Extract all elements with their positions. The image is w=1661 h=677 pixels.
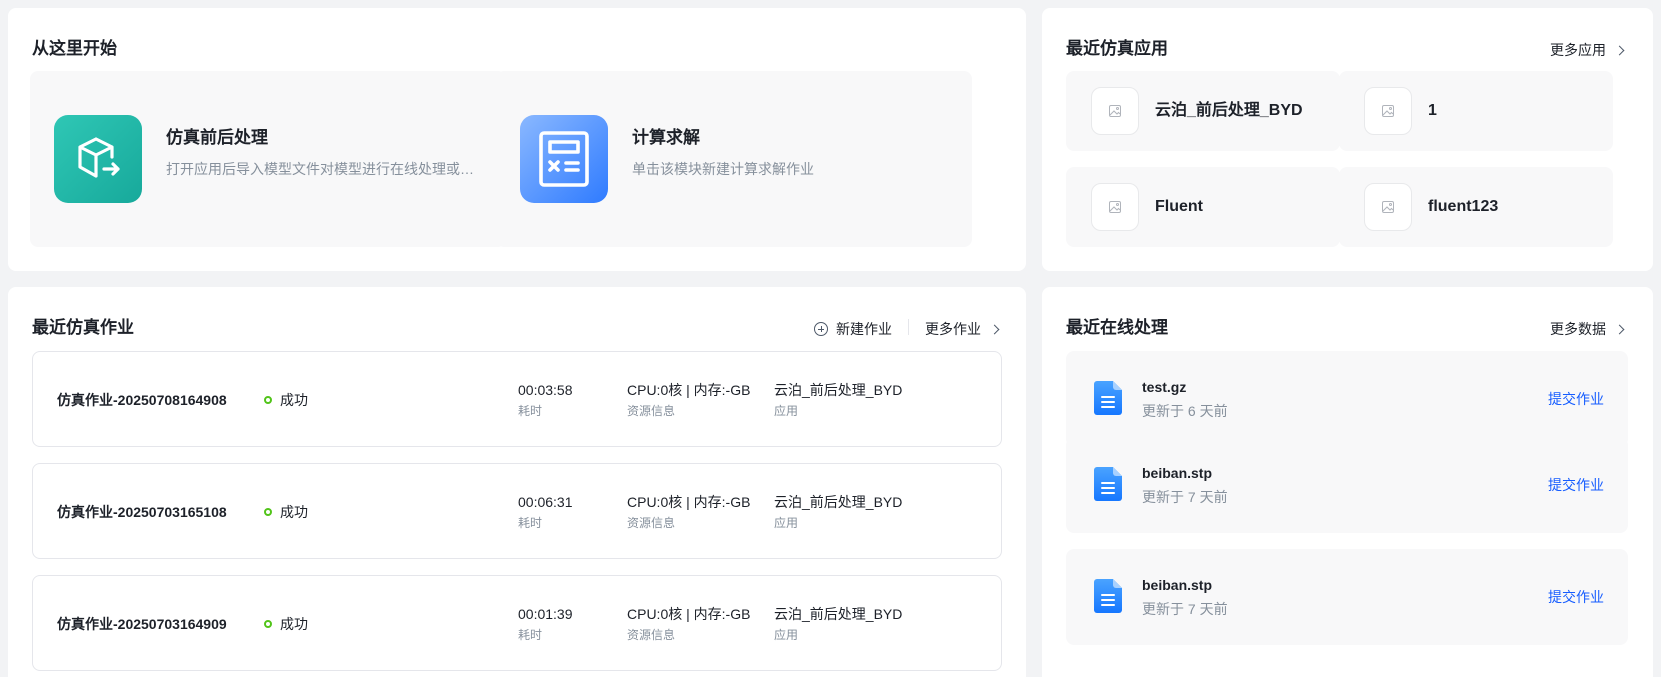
resource-cell: CPU:0核 | 内存:-GB 资源信息 — [627, 604, 750, 644]
duration-label: 耗时 — [518, 516, 543, 530]
app-value: 云泊_前后处理_BYD — [774, 382, 903, 398]
duration-cell: 00:06:31 耗时 — [518, 492, 573, 532]
app-label: 应用 — [774, 516, 799, 530]
file-name: beiban.stp — [1142, 465, 1213, 481]
recent-jobs-card: 最近仿真作业 新建作业 更多作业 仿真作业-20250708164908 成功 … — [8, 287, 1026, 677]
start-title: 从这里开始 — [32, 39, 117, 58]
tile-compute-solve[interactable]: 计算求解 单击该模块新建计算求解作业 — [496, 71, 972, 247]
file-updated: 更新于 7 天前 — [1142, 489, 1228, 505]
file-updated: 更新于 6 天前 — [1142, 403, 1228, 419]
status-badge: 成功 — [264, 502, 308, 522]
job-row[interactable]: 仿真作业-20250703164909 成功 00:01:39 耗时 CPU:0… — [32, 575, 1002, 671]
submit-job-link[interactable]: 提交作业 — [1548, 587, 1604, 607]
app-value: 云泊_前后处理_BYD — [774, 606, 903, 622]
job-row[interactable]: 仿真作业-20250708164908 成功 00:03:58 耗时 CPU:0… — [32, 351, 1002, 447]
tile-desc: 单击该模块新建计算求解作业 — [632, 161, 814, 177]
chevron-right-icon — [1614, 324, 1625, 334]
resource-label: 资源信息 — [627, 516, 676, 530]
app-name: Fluent — [1155, 198, 1203, 215]
more-jobs-label: 更多作业 — [925, 321, 981, 337]
job-row[interactable]: 仿真作业-20250703165108 成功 00:06:31 耗时 CPU:0… — [32, 463, 1002, 559]
app-tile[interactable]: fluent123 — [1339, 167, 1613, 247]
app-tile[interactable]: 1 — [1339, 71, 1613, 151]
file-row[interactable]: beiban.stp 更新于 7 天前 提交作业 — [1066, 437, 1628, 533]
status-text: 成功 — [280, 616, 308, 632]
more-data-link[interactable]: 更多数据 — [1550, 319, 1625, 339]
tile-desc: 打开应用后导入模型文件对模型进行在线处理或… — [166, 161, 474, 177]
app-name: fluent123 — [1428, 198, 1499, 215]
duration-value: 00:01:39 — [518, 606, 573, 622]
app-label: 应用 — [774, 628, 799, 642]
duration-cell: 00:03:58 耗时 — [518, 380, 573, 420]
more-data-label: 更多数据 — [1550, 321, 1606, 337]
status-text: 成功 — [280, 504, 308, 520]
recent-online-card: 最近在线处理 更多数据 test.gz 更新于 6 天前 提交作业 beiban… — [1042, 287, 1653, 677]
file-name: test.gz — [1142, 379, 1187, 395]
image-placeholder-icon — [1091, 87, 1139, 135]
app-label: 应用 — [774, 404, 799, 418]
image-placeholder-icon — [1364, 87, 1412, 135]
success-dot-icon — [264, 620, 272, 628]
duration-cell: 00:01:39 耗时 — [518, 604, 573, 644]
new-job-button[interactable]: 新建作业 — [814, 319, 892, 339]
document-icon — [1094, 467, 1122, 506]
document-icon — [1094, 381, 1122, 420]
resource-value: CPU:0核 | 内存:-GB — [627, 494, 751, 510]
file-row[interactable]: beiban.stp 更新于 7 天前 提交作业 — [1066, 549, 1628, 645]
recent-apps-title: 最近仿真应用 — [1066, 39, 1168, 58]
start-card: 从这里开始 仿真前后处理 打开应用后导入模型文件对模型进行在线处理或… 计算求解… — [8, 8, 1026, 271]
calculator-icon — [520, 115, 608, 203]
divider — [908, 319, 909, 335]
resource-cell: CPU:0核 | 内存:-GB 资源信息 — [627, 380, 750, 420]
duration-value: 00:03:58 — [518, 382, 573, 398]
recent-apps-card: 最近仿真应用 更多应用 云泊_前后处理_BYD 1 Fluent fluent1… — [1042, 8, 1653, 271]
more-apps-link[interactable]: 更多应用 — [1550, 40, 1625, 60]
status-badge: 成功 — [264, 390, 308, 410]
more-apps-label: 更多应用 — [1550, 42, 1606, 58]
resource-label: 资源信息 — [627, 628, 676, 642]
app-name: 1 — [1428, 102, 1437, 119]
resource-label: 资源信息 — [627, 404, 676, 418]
more-jobs-link[interactable]: 更多作业 — [925, 319, 1000, 339]
file-updated: 更新于 7 天前 — [1142, 601, 1228, 617]
duration-label: 耗时 — [518, 404, 543, 418]
new-job-label: 新建作业 — [836, 321, 892, 337]
job-name: 仿真作业-20250708164908 — [57, 392, 227, 408]
duration-label: 耗时 — [518, 628, 543, 642]
recent-jobs-title: 最近仿真作业 — [32, 318, 134, 337]
submit-job-link[interactable]: 提交作业 — [1548, 475, 1604, 495]
recent-online-title: 最近在线处理 — [1066, 318, 1168, 337]
job-name: 仿真作业-20250703164909 — [57, 616, 227, 632]
job-name: 仿真作业-20250703165108 — [57, 504, 227, 520]
cube-export-icon — [54, 115, 142, 203]
submit-job-link[interactable]: 提交作业 — [1548, 389, 1604, 409]
duration-value: 00:06:31 — [518, 494, 573, 510]
add-circle-icon — [814, 322, 828, 336]
status-text: 成功 — [280, 392, 308, 408]
chevron-right-icon — [1614, 45, 1625, 55]
resource-value: CPU:0核 | 内存:-GB — [627, 382, 751, 398]
status-badge: 成功 — [264, 614, 308, 634]
image-placeholder-icon — [1364, 183, 1412, 231]
app-cell: 云泊_前后处理_BYD 应用 — [774, 604, 902, 644]
app-tile[interactable]: 云泊_前后处理_BYD — [1066, 71, 1340, 151]
document-icon — [1094, 579, 1122, 618]
chevron-right-icon — [989, 324, 1000, 334]
app-value: 云泊_前后处理_BYD — [774, 494, 903, 510]
app-name: 云泊_前后处理_BYD — [1155, 102, 1303, 119]
tile-title: 计算求解 — [632, 128, 700, 147]
app-cell: 云泊_前后处理_BYD 应用 — [774, 380, 902, 420]
file-row[interactable]: test.gz 更新于 6 天前 提交作业 — [1066, 351, 1628, 447]
resource-value: CPU:0核 | 内存:-GB — [627, 606, 751, 622]
tile-title: 仿真前后处理 — [166, 128, 268, 147]
file-name: beiban.stp — [1142, 577, 1213, 593]
tile-pre-post-processing[interactable]: 仿真前后处理 打开应用后导入模型文件对模型进行在线处理或… — [30, 71, 506, 247]
app-cell: 云泊_前后处理_BYD 应用 — [774, 492, 902, 532]
image-placeholder-icon — [1091, 183, 1139, 231]
success-dot-icon — [264, 508, 272, 516]
resource-cell: CPU:0核 | 内存:-GB 资源信息 — [627, 492, 750, 532]
success-dot-icon — [264, 396, 272, 404]
app-tile[interactable]: Fluent — [1066, 167, 1340, 247]
